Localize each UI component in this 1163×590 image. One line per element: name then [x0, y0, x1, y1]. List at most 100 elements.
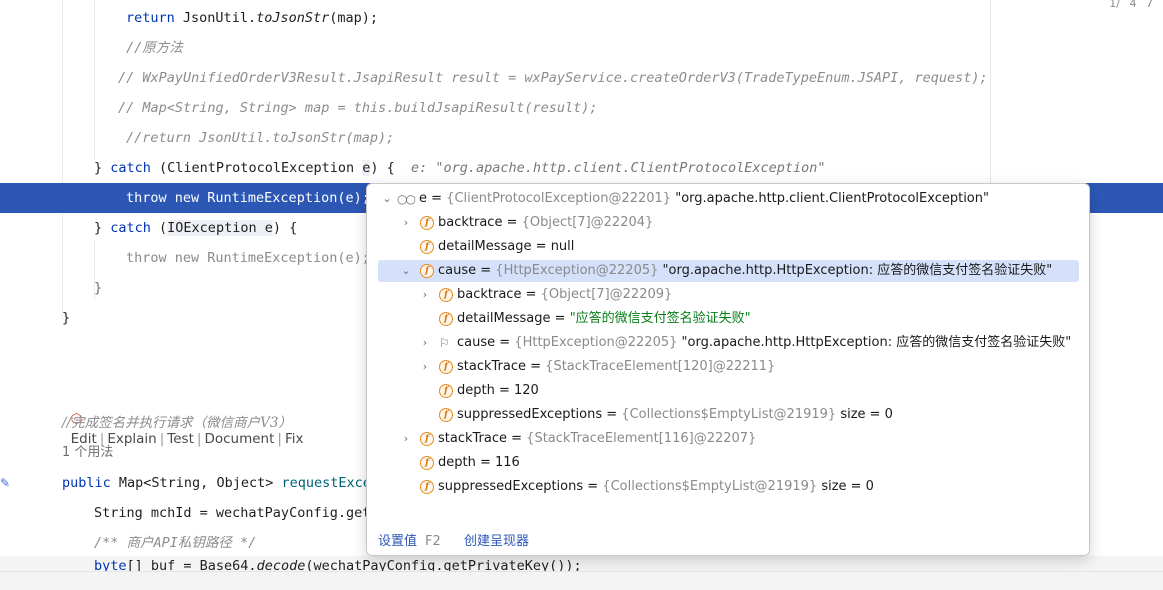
- set-value-label: 设置值: [378, 534, 418, 549]
- tree-row-text: cause = {HttpException@22205} "org.apach…: [457, 332, 1071, 354]
- create-renderer-button[interactable]: 创建呈现器: [464, 529, 529, 555]
- code-comment[interactable]: //原方法: [0, 33, 1163, 63]
- debug-value-popup[interactable]: ⌄ ○○ e = {ClientProtocolException@22201} "…: [366, 183, 1090, 556]
- variable-type: {Object[7]@22204}: [521, 215, 654, 230]
- equals-sign: =: [550, 311, 570, 326]
- tree-row-cause[interactable]: › ⚐ cause = {HttpException@22205} "org.apa…: [367, 332, 1079, 354]
- variable-name: backtrace: [457, 287, 522, 302]
- tree-row-text: backtrace = {Object[7]@22204}: [438, 212, 653, 234]
- tree-row-text: stackTrace = {StackTraceElement[120]@222…: [457, 356, 775, 378]
- tree-row-text: detailMessage = null: [438, 236, 574, 258]
- tree-row-text: cause = {HttpException@22205} "org.apach…: [438, 260, 1052, 282]
- tree-row-detailmessage[interactable]: f detailMessage = null: [367, 236, 1079, 258]
- tree-row-text: backtrace = {Object[7]@22209}: [457, 284, 672, 306]
- flag-icon: ⚐: [439, 336, 450, 350]
- chevron-right-icon[interactable]: ›: [419, 284, 431, 306]
- set-value-button[interactable]: 设置值 F2: [378, 529, 441, 555]
- chevron-right-icon[interactable]: ›: [400, 212, 412, 234]
- field-icon: f: [439, 312, 453, 326]
- tree-row-text: suppressedExceptions = {Collections$Empt…: [457, 404, 893, 426]
- shortcut-f2: F2: [425, 534, 441, 549]
- equals-sign: =: [494, 383, 515, 398]
- chevron-right-icon[interactable]: ›: [400, 428, 412, 450]
- tree-row-backtrace[interactable]: › f backtrace = {Object[7]@22204}: [367, 212, 1079, 234]
- variable-type: {HttpException@22205}: [495, 263, 659, 278]
- field-icon: f: [439, 408, 453, 422]
- equals-sign: =: [427, 191, 447, 206]
- field-icon: f: [420, 264, 434, 278]
- code-comment[interactable]: // WxPayUnifiedOrderV3Result.JsapiResult…: [0, 63, 1163, 93]
- tree-row-depth[interactable]: f depth = 120: [367, 380, 1079, 402]
- field-icon: f: [439, 288, 453, 302]
- variable-type: {Object[7]@22209}: [540, 287, 673, 302]
- equals-sign: =: [507, 431, 527, 446]
- field-icon: f: [420, 456, 434, 470]
- inline-debug-value: e: "org.apache.http.client.ClientProtoco…: [411, 160, 826, 176]
- variable-name: depth: [457, 383, 495, 398]
- code-comment[interactable]: //return JsonUtil.toJsonStr(map);: [0, 123, 1163, 153]
- status-strip: [0, 571, 1163, 590]
- variable-name: cause: [438, 263, 477, 278]
- field-icon: f: [420, 240, 434, 254]
- variable-value: "应答的微信支付签名验证失败": [569, 311, 751, 326]
- variable-value: 120: [514, 383, 539, 398]
- variable-value: 116: [495, 455, 520, 470]
- tree-row-text: depth = 116: [438, 452, 520, 474]
- variable-name: suppressedExceptions: [438, 479, 584, 494]
- tree-row-backtrace[interactable]: › f backtrace = {Object[7]@22209}: [367, 284, 1079, 306]
- tree-row-suppressedexceptions[interactable]: f suppressedExceptions = {Collections$Emp…: [367, 476, 1079, 498]
- tree-row-depth[interactable]: f depth = 116: [367, 452, 1079, 474]
- variable-type: {ClientProtocolException@22201}: [446, 191, 672, 206]
- variable-type: {HttpException@22205}: [514, 335, 678, 350]
- equals-sign: =: [526, 359, 546, 374]
- chevron-right-icon[interactable]: ›: [419, 356, 431, 378]
- field-icon: f: [439, 360, 453, 374]
- code-comment[interactable]: // Map<String, String> map = this.buildJ…: [0, 93, 1163, 123]
- variable-value: "org.apache.http.client.ClientProtocolEx…: [671, 191, 989, 206]
- tree-row-e[interactable]: ⌄ ○○ e = {ClientProtocolException@22201} "…: [367, 188, 1079, 210]
- variable-value: size = 0: [836, 407, 893, 422]
- variable-value: size = 0: [817, 479, 874, 494]
- equals-sign: =: [531, 239, 551, 254]
- variable-name: stackTrace: [438, 431, 507, 446]
- chevron-down-icon[interactable]: ⌄: [381, 188, 393, 210]
- variable-name: e: [419, 191, 427, 206]
- equals-sign: =: [502, 215, 522, 230]
- variable-name: suppressedExceptions: [457, 407, 603, 422]
- tree-row-text: e = {ClientProtocolException@22201} "org…: [419, 188, 989, 210]
- variable-name: backtrace: [438, 215, 503, 230]
- chevron-down-icon[interactable]: ⌄: [400, 260, 412, 282]
- tree-row-detailmessage[interactable]: f detailMessage = "应答的微信支付签名验证失败": [367, 308, 1079, 330]
- variable-value: "org.apache.http.HttpException: 应答的微信支付签…: [677, 335, 1072, 350]
- tree-row-text: detailMessage = "应答的微信支付签名验证失败": [457, 308, 751, 330]
- tree-row-text: depth = 120: [457, 380, 539, 402]
- equals-sign: =: [475, 455, 496, 470]
- variable-value: null: [550, 239, 575, 254]
- variable-name: cause: [457, 335, 496, 350]
- variable-name: detailMessage: [438, 239, 532, 254]
- equals-sign: =: [602, 407, 622, 422]
- chevron-right-icon[interactable]: ›: [419, 332, 431, 354]
- code-line-catch-client[interactable]: } catch (ClientProtocolException e) { e:…: [0, 153, 1163, 183]
- watch-icon: ○○: [397, 192, 416, 206]
- variable-type: {Collections$EmptyList@21919}: [621, 407, 837, 422]
- variable-name: detailMessage: [457, 311, 551, 326]
- equals-sign: =: [521, 287, 541, 302]
- popup-footer: 设置值 F2 创建呈现器: [367, 529, 1089, 555]
- variable-type: {StackTraceElement[116]@22207}: [526, 431, 757, 446]
- tree-row-text: stackTrace = {StackTraceElement[116]@222…: [438, 428, 756, 450]
- variable-value: "org.apache.http.HttpException: 应答的微信支付签…: [658, 263, 1053, 278]
- tree-row-stacktrace[interactable]: › f stackTrace = {StackTraceElement[120]@2…: [367, 356, 1079, 378]
- ai-actions-bar: ⬡ Edit | Explain | Test | Document | Fix: [70, 411, 304, 447]
- tree-row-text: suppressedExceptions = {Collections$Empt…: [438, 476, 874, 498]
- code-text: JsonUtil.toJsonStr(map);: [182, 10, 379, 26]
- field-icon: f: [439, 384, 453, 398]
- field-icon: f: [420, 216, 434, 230]
- variable-name: depth: [438, 455, 476, 470]
- tree-row-cause[interactable]: ⌄ f cause = {HttpException@22205} "org.apa…: [378, 260, 1079, 282]
- variable-type: {Collections$EmptyList@21919}: [602, 479, 818, 494]
- tree-row-stacktrace[interactable]: › f stackTrace = {StackTraceElement[116]@2…: [367, 428, 1079, 450]
- code-line[interactable]: return JsonUtil.toJsonStr(map);: [0, 3, 1163, 33]
- tree-row-suppressedexceptions[interactable]: f suppressedExceptions = {Collections$Emp…: [367, 404, 1079, 426]
- field-icon: f: [420, 432, 434, 446]
